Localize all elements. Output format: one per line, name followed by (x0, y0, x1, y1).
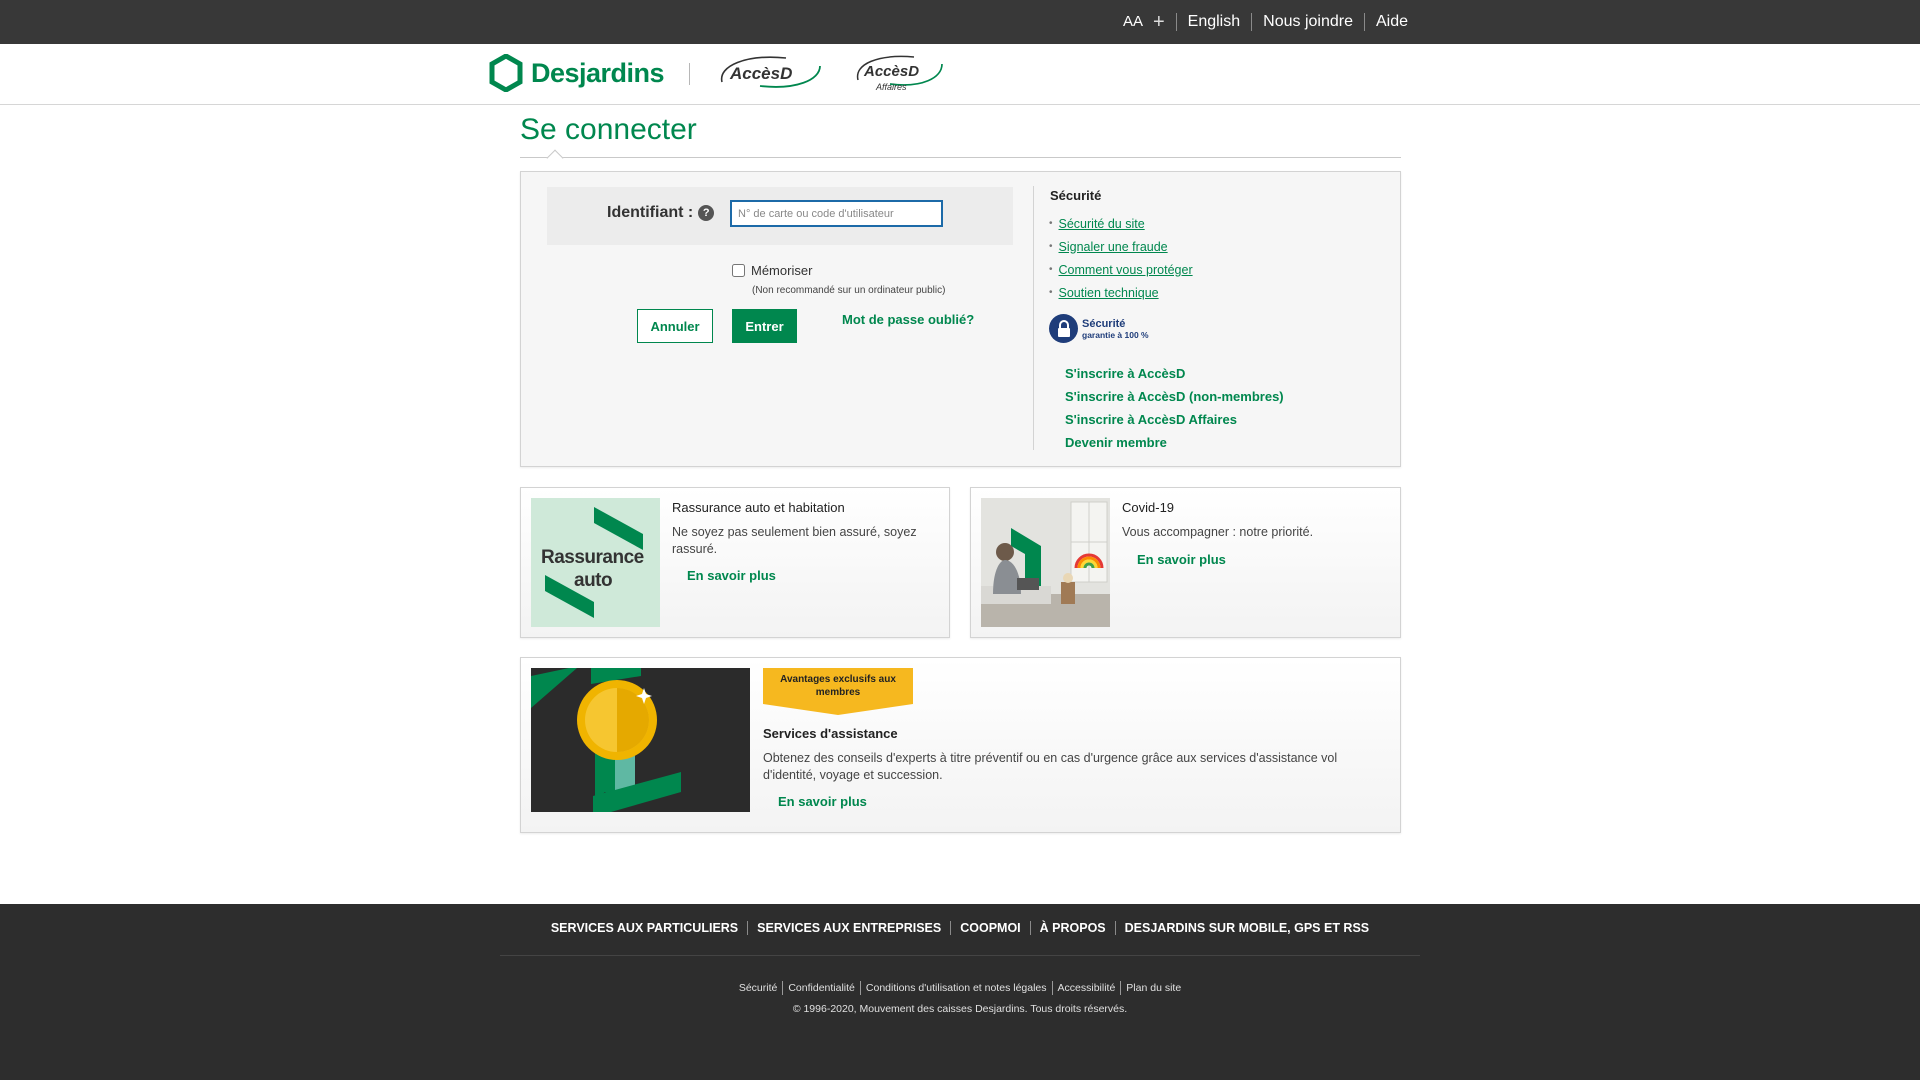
security-link-item: • Sécurité du site (1049, 212, 1193, 235)
learn-more-link[interactable]: En savoir plus (778, 794, 867, 809)
feature-card-assistance: Avantages exclusifs aux membres Services… (520, 657, 1401, 833)
security-link-item: • Comment vous protéger (1049, 258, 1193, 281)
footer-legal-sitemap[interactable]: Plan du site (1120, 981, 1186, 995)
accesd-logo-text: AccèsD (729, 64, 792, 83)
rassurance-image-text: Rassurance auto (541, 546, 644, 592)
report-fraud-link[interactable]: Signaler une fraude (1059, 240, 1168, 254)
covid-photo (981, 498, 1110, 627)
bullet-icon: • (1049, 241, 1053, 252)
feature-title: Services d'assistance (763, 726, 898, 741)
feature-description: Obtenez des conseils d'experts à titre p… (763, 751, 1338, 782)
remember-checkbox[interactable] (732, 264, 745, 277)
title-notch (546, 149, 564, 167)
learn-more-link[interactable]: En savoir plus (1137, 552, 1226, 567)
top-links: AA + English Nous joindre Aide (1112, 0, 1419, 44)
enroll-accesd-link[interactable]: S'inscrire à AccèsD (1065, 362, 1284, 385)
enroll-accesd-affaires-link[interactable]: S'inscrire à AccèsD Affaires (1065, 408, 1284, 431)
footer-legal-privacy[interactable]: Confidentialité (782, 981, 860, 995)
medal-icon (531, 668, 750, 812)
rassurance-image-line2: auto (574, 570, 613, 591)
protect-yourself-link[interactable]: Comment vous protéger (1059, 263, 1193, 277)
contact-link[interactable]: Nous joindre (1251, 13, 1364, 31)
security-link-item: • Signaler une fraude (1049, 235, 1193, 258)
bullet-icon: • (1049, 218, 1053, 229)
title-divider (520, 157, 1401, 158)
footer-nav-coopmoi[interactable]: COOPMOI (950, 921, 1029, 935)
language-link[interactable]: English (1175, 13, 1251, 31)
badge-title: Sécurité (1082, 317, 1126, 330)
promo-card-covid: Covid-19 Vous accompagner : notre priori… (970, 487, 1401, 638)
top-bar: AA + English Nous joindre Aide (0, 0, 1920, 44)
assistance-image[interactable] (531, 668, 750, 812)
become-member-link[interactable]: Devenir membre (1065, 431, 1284, 454)
help-icon[interactable]: ? (698, 205, 715, 221)
learn-more-link[interactable]: En savoir plus (687, 568, 776, 583)
accesd-affaires-logo-text: AccèsD (863, 63, 919, 80)
covid-photo-illustration (981, 498, 1110, 627)
accesd-logo[interactable]: AccèsD (716, 52, 826, 92)
accesd-affaires-sub: Affaires (875, 82, 907, 92)
badge-subtitle: garantie à 100 % (1082, 329, 1149, 340)
security-link-item: • Soutien technique (1049, 281, 1193, 304)
logo-text: Desjardins (531, 57, 665, 88)
desjardins-hexagon-icon (489, 54, 523, 92)
footer-nav-business[interactable]: SERVICES AUX ENTREPRISES (747, 921, 950, 935)
footer-nav: SERVICES AUX PARTICULIERS SERVICES AUX E… (0, 904, 1920, 952)
remember-label: Mémoriser (751, 263, 813, 278)
footer-legal-security[interactable]: Sécurité (734, 981, 783, 995)
promo-card-rassurance: Rassurance auto Rassurance auto et habit… (520, 487, 950, 638)
remember-note: (Non recommandé sur un ordinateur public… (752, 285, 946, 296)
enroll-accesd-nonmember-link[interactable]: S'inscrire à AccèsD (non-membres) (1065, 385, 1284, 408)
footer-nav-mobile[interactable]: DESJARDINS SUR MOBILE, GPS ET RSS (1114, 921, 1378, 935)
covid-image[interactable] (981, 498, 1110, 627)
footer: SERVICES AUX PARTICULIERS SERVICES AUX E… (0, 904, 1920, 1080)
header-divider (689, 63, 690, 85)
accesd-affaires-logo[interactable]: AccèsD Affaires (852, 52, 948, 96)
identifier-row: Identifiant : ? (547, 187, 1013, 245)
page-title: Se connecter (520, 113, 697, 146)
panel-divider (1033, 186, 1034, 450)
promo-description: Ne soyez pas seulement bien assuré, soye… (672, 525, 917, 556)
enroll-links: S'inscrire à AccèsD S'inscrire à AccèsD … (1065, 362, 1284, 454)
header: Desjardins AccèsD AccèsD Affaires (0, 44, 1920, 105)
desjardins-logo[interactable]: Desjardins (489, 54, 665, 92)
identifier-input[interactable] (730, 200, 943, 227)
exclusive-tag: Avantages exclusifs aux membres (763, 668, 913, 715)
forgot-password-link[interactable]: Mot de passe oublié? (842, 312, 974, 327)
promo-description: Vous accompagner : notre priorité. (1122, 525, 1314, 539)
login-panel: Identifiant : ? Mémoriser (Non recommand… (520, 171, 1401, 467)
footer-legal-accessibility[interactable]: Accessibilité (1051, 981, 1121, 995)
cancel-button[interactable]: Annuler (637, 309, 713, 343)
footer-legal-terms[interactable]: Conditions d'utilisation et notes légale… (859, 981, 1052, 995)
security-links: • Sécurité du site • Signaler une fraude •… (1049, 212, 1193, 304)
remember-option[interactable]: Mémoriser (732, 263, 812, 278)
security-guarantee-badge[interactable]: Sécurité garantie à 100 % (1049, 314, 1149, 343)
identifier-label: Identifiant : (607, 204, 694, 221)
rassurance-image-line1: Rassurance (541, 547, 644, 568)
badge-text: Sécurité garantie à 100 % (1082, 318, 1149, 340)
lock-icon (1049, 314, 1078, 343)
footer-legal-links: Sécurité Confidentialité Conditions d'ut… (0, 981, 1920, 995)
exclusive-tag-text: Avantages exclusifs aux membres (780, 674, 896, 698)
identifier-label-group: Identifiant : ? (607, 204, 715, 222)
font-size-control[interactable]: AA + (1112, 12, 1176, 32)
bullet-icon: • (1049, 264, 1053, 275)
help-link[interactable]: Aide (1363, 13, 1419, 31)
promo-title: Rassurance auto et habitation (672, 500, 845, 515)
font-size-label[interactable]: AA (1123, 13, 1143, 31)
bullet-icon: • (1049, 287, 1053, 298)
footer-divider (500, 955, 1420, 956)
font-increase-icon[interactable]: + (1153, 12, 1165, 32)
security-title: Sécurité (1050, 188, 1102, 203)
promo-title: Covid-19 (1122, 500, 1175, 515)
submit-button[interactable]: Entrer (732, 309, 797, 343)
footer-nav-about[interactable]: À PROPOS (1029, 921, 1115, 935)
site-security-link[interactable]: Sécurité du site (1059, 217, 1145, 231)
rassurance-image[interactable]: Rassurance auto (531, 498, 660, 627)
footer-copyright: © 1996-2020, Mouvement des caisses Desja… (792, 1003, 1128, 1015)
rassurance-graphic: Rassurance auto (531, 498, 660, 627)
footer-nav-personal[interactable]: SERVICES AUX PARTICULIERS (542, 921, 747, 935)
tech-support-link[interactable]: Soutien technique (1059, 286, 1159, 300)
